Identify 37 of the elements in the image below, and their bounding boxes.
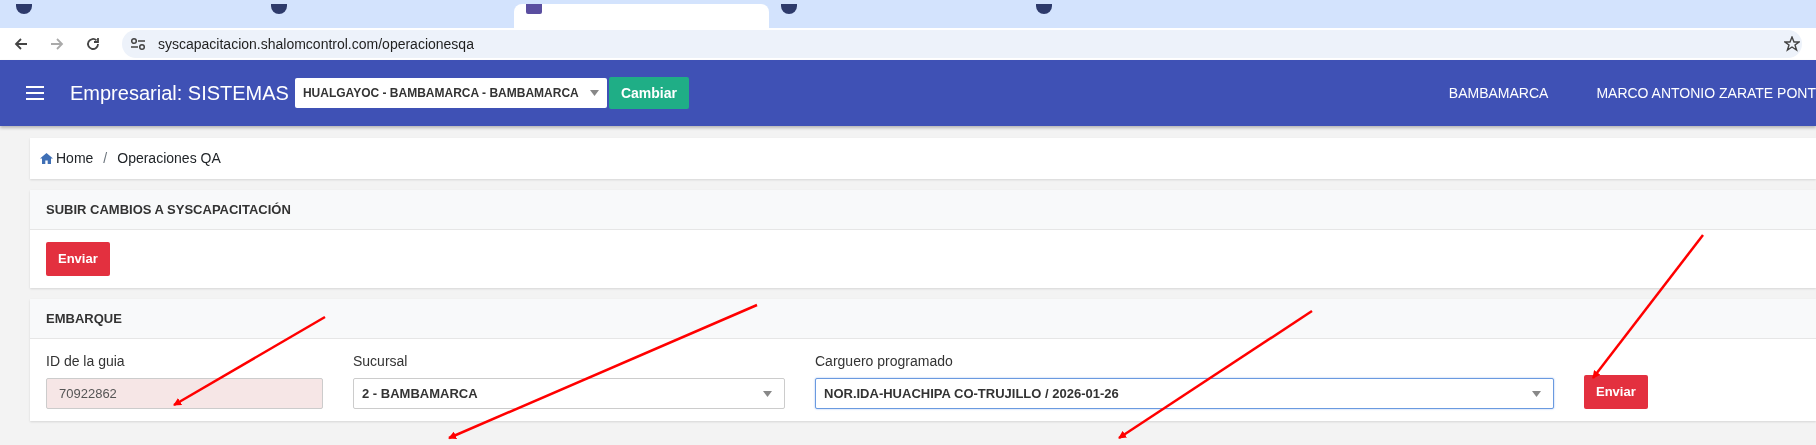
select-value: NOR.IDA-HUACHIPA CO-TRUJILLO / 2026-01-26 xyxy=(824,384,1119,403)
app-title: Empresarial: SISTEMAS xyxy=(70,81,289,106)
send-button[interactable]: Enviar xyxy=(1584,375,1648,409)
favicon-icon xyxy=(526,4,542,14)
reload-icon[interactable] xyxy=(86,37,100,51)
branch-select[interactable]: HUALGAYOC - BAMBAMARCA - BAMBAMARCA xyxy=(294,78,607,108)
caret-icon xyxy=(589,90,599,96)
menu-icon[interactable] xyxy=(26,86,44,100)
favicon-icon xyxy=(271,4,287,14)
send-button[interactable]: Enviar xyxy=(46,242,110,276)
select-value: 2 - BAMBAMARCA xyxy=(362,384,478,403)
branch-value: HUALGAYOC - BAMBAMARCA - BAMBAMARCA xyxy=(302,85,579,102)
panel-title: EMBARQUE xyxy=(30,299,1816,339)
address-bar[interactable]: syscapacitacion.shalomcontrol.com/operacionesqa xyxy=(122,30,1802,58)
home-icon xyxy=(40,153,53,164)
field-label: Sucursal xyxy=(353,352,409,371)
select-field[interactable]: NOR.IDA-HUACHIPA CO-TRUJILLO / 2026-01-26 xyxy=(815,378,1554,409)
input-field[interactable]: 70922862 xyxy=(46,378,323,409)
field-label: Carguero programado xyxy=(815,352,954,371)
favicon-icon xyxy=(781,4,797,14)
back-icon[interactable] xyxy=(14,37,28,51)
field-label: ID de la guia xyxy=(46,352,126,371)
breadcrumb-link[interactable]: Operaciones QA xyxy=(117,148,221,169)
browser-tab[interactable] xyxy=(514,4,769,28)
nav-link[interactable]: MARCO ANTONIO ZARATE PONT xyxy=(1596,82,1816,104)
nav-link[interactable]: BAMBAMARCA xyxy=(1448,82,1549,104)
select-field[interactable]: 2 - BAMBAMARCA xyxy=(353,378,785,409)
favicon-icon xyxy=(16,4,32,14)
url-text: syscapacitacion.shalomcontrol.com/operacionesqa xyxy=(158,34,474,54)
breadcrumb-separator: / xyxy=(103,149,108,168)
site-settings-icon[interactable] xyxy=(130,37,146,51)
favicon-icon xyxy=(1036,4,1052,14)
panel-title: SUBIR CAMBIOS A SYSCAPACITACIÓN xyxy=(30,190,1816,230)
caret-icon xyxy=(1532,390,1541,397)
star-icon[interactable] xyxy=(1784,36,1800,52)
breadcrumb-link[interactable]: Home xyxy=(40,148,94,169)
caret-icon xyxy=(763,390,772,397)
